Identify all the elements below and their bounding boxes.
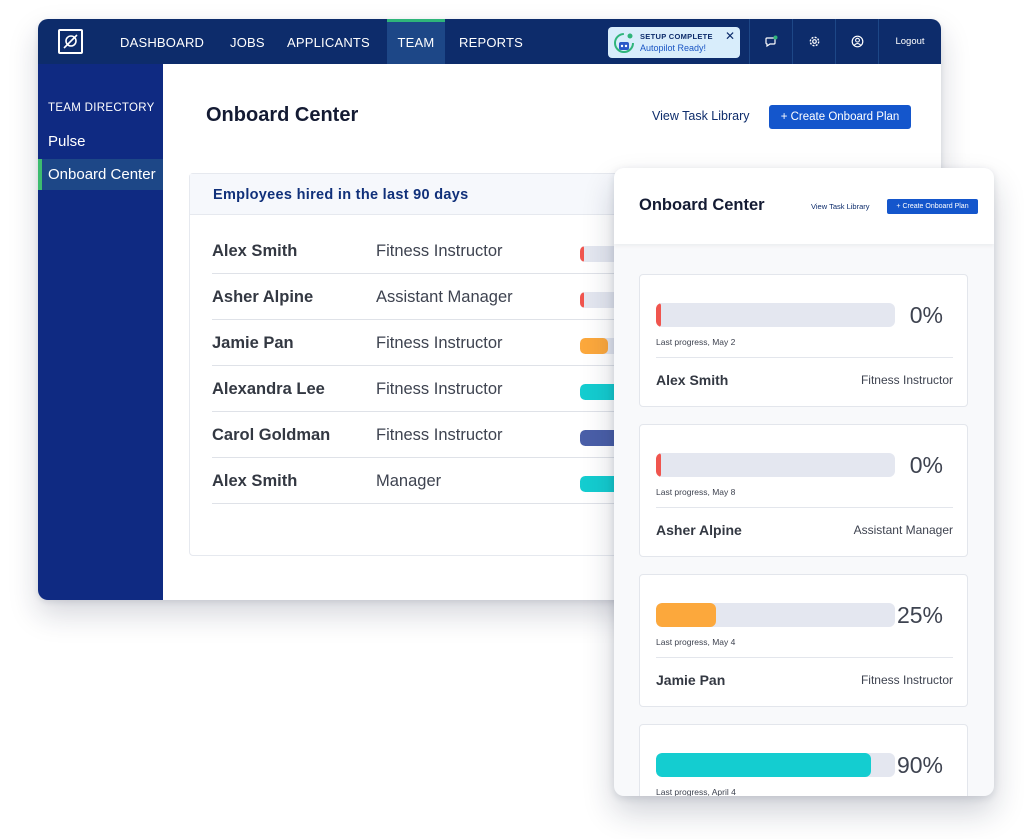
employee-name[interactable]: Carol Goldman	[212, 426, 330, 445]
progress-percent: 0%	[909, 452, 943, 478]
employee-name[interactable]: Alex Smith	[212, 472, 297, 491]
employee-name[interactable]: Asher Alpine	[212, 288, 313, 307]
logo-icon[interactable]	[58, 29, 83, 54]
progress-percent: 90%	[896, 752, 943, 778]
employee-role: Fitness Instructor	[376, 334, 503, 352]
progress-percent: 0%	[909, 302, 943, 328]
page-title: Onboard Center	[206, 104, 359, 126]
table-row[interactable]: Alexandra Lee Fitness Instructor	[212, 366, 690, 412]
user-icon[interactable]	[835, 19, 878, 64]
nav-dashboard[interactable]: DASHBOARD	[120, 19, 204, 64]
mobile-create-onboard-plan-button[interactable]: + Create Onboard Plan	[887, 199, 978, 214]
employee-role: Fitness Instructor	[376, 380, 503, 398]
progress-fill	[656, 603, 716, 627]
employee-role: Assistant Manager	[853, 523, 953, 537]
employee-role: Fitness Instructor	[860, 373, 953, 387]
chat-icon[interactable]	[749, 19, 792, 64]
progress-fill	[656, 753, 871, 777]
progress-percent: 25%	[896, 602, 943, 628]
nav-jobs[interactable]: JOBS	[230, 19, 265, 64]
setup-complete-toast[interactable]: SETUP COMPLETE Autopilot Ready! ✕	[608, 27, 740, 58]
create-onboard-plan-button[interactable]: + Create Onboard Plan	[769, 105, 911, 129]
top-nav-bar: DASHBOARD JOBS APPLICANTS TEAM REPORTS S…	[38, 19, 941, 64]
employee-name[interactable]: Alex Smith	[212, 242, 297, 261]
close-icon[interactable]: ✕	[725, 29, 735, 43]
sidebar-item-onboard-center[interactable]: Onboard Center	[38, 159, 163, 190]
employee-role: Fitness Instructor	[376, 426, 503, 444]
gear-icon[interactable]	[792, 19, 835, 64]
onboard-progress-card[interactable]: 25% Last progress, May 4 Jamie Pan Fitness …	[639, 574, 968, 707]
progress-fill	[580, 338, 608, 354]
card-divider	[656, 657, 953, 658]
progress-fill	[656, 303, 661, 327]
table-row[interactable]: Asher Alpine Assistant Manager	[212, 274, 690, 320]
nav-team[interactable]: TEAM	[387, 19, 445, 64]
employee-role: Fitness Instructor	[376, 242, 503, 260]
progress-bar	[656, 753, 895, 777]
progress-bar	[656, 453, 895, 477]
employee-name[interactable]: Alex Smith	[656, 372, 728, 388]
progress-fill	[580, 292, 584, 308]
last-progress-date: Last progress, May 2	[656, 337, 736, 347]
progress-fill	[656, 453, 661, 477]
sidebar: TEAM DIRECTORY Pulse Onboard Center	[38, 64, 163, 600]
mobile-header: Onboard Center View Task Library + Creat…	[614, 168, 994, 244]
employee-role: Assistant Manager	[376, 288, 513, 306]
table-row[interactable]: Alex Smith Fitness Instructor	[212, 228, 690, 274]
table-row[interactable]: Carol Goldman Fitness Instructor	[212, 412, 690, 458]
mobile-page-title: Onboard Center	[639, 196, 765, 214]
onboard-progress-card[interactable]: 0% Last progress, May 8 Asher Alpine Assist…	[639, 424, 968, 557]
card-divider	[656, 357, 953, 358]
employee-role: Manager	[376, 472, 442, 490]
last-progress-date: Last progress, May 4	[656, 637, 736, 647]
employee-name[interactable]: Asher Alpine	[656, 522, 742, 538]
nav-applicants[interactable]: APPLICANTS	[287, 19, 370, 64]
last-progress-date: Last progress, May 8	[656, 487, 736, 497]
view-task-library-link[interactable]: View Task Library	[652, 109, 750, 123]
sidebar-item-pulse[interactable]: Pulse	[38, 126, 163, 157]
employee-name[interactable]: Jamie Pan	[656, 672, 725, 688]
employee-name[interactable]: Alexandra Lee	[212, 380, 325, 399]
robot-icon	[614, 33, 634, 53]
card-divider	[656, 507, 953, 508]
last-progress-date: Last progress, April 4	[656, 787, 736, 796]
nav-reports[interactable]: REPORTS	[459, 19, 523, 64]
mobile-panel: Onboard Center View Task Library + Creat…	[614, 168, 994, 796]
progress-bar	[656, 603, 895, 627]
employee-role: Fitness Instructor	[860, 673, 953, 687]
setup-toast-subtitle: Autopilot Ready!	[640, 43, 707, 53]
mobile-view-task-library-link[interactable]: View Task Library	[811, 202, 870, 211]
onboard-progress-card[interactable]: 0% Last progress, May 2 Alex Smith Fitness …	[639, 274, 968, 407]
table-row[interactable]: Alex Smith Manager	[212, 458, 690, 504]
sidebar-heading: TEAM DIRECTORY	[48, 102, 155, 114]
setup-toast-title: SETUP COMPLETE	[640, 32, 713, 41]
progress-bar	[656, 303, 895, 327]
logout-button[interactable]: Logout	[878, 19, 941, 64]
card-title: Employees hired in the last 90 days	[213, 187, 469, 203]
progress-fill	[580, 246, 584, 262]
table-row[interactable]: Jamie Pan Fitness Instructor	[212, 320, 690, 366]
employee-name[interactable]: Jamie Pan	[212, 334, 294, 353]
onboard-progress-card[interactable]: 90% Last progress, April 4	[639, 724, 968, 796]
